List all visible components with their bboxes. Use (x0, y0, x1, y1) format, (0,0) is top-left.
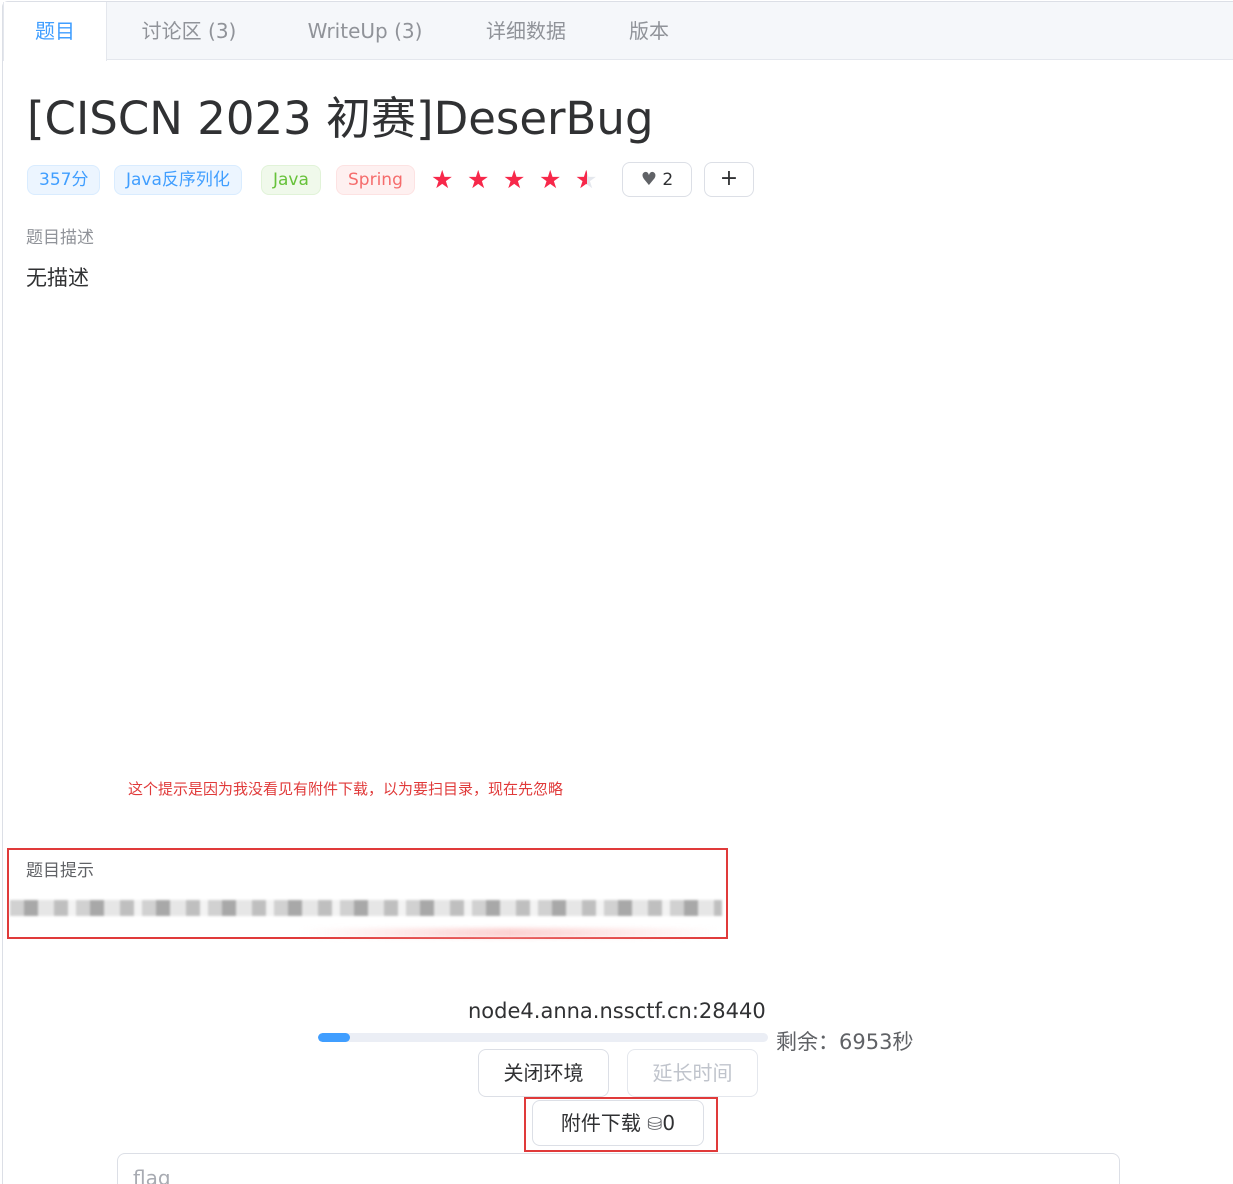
star-icon: ★ (467, 165, 490, 194)
tab-bar: 题目 讨论区 (3) WriteUp (3) 详细数据 版本 (3, 2, 1233, 61)
download-cost: 0 (662, 1111, 676, 1135)
add-button[interactable]: + (704, 162, 754, 197)
extend-time-button[interactable]: 延长时间 (627, 1049, 758, 1097)
star-icon: ★ (503, 165, 526, 194)
flag-input[interactable] (117, 1153, 1120, 1184)
tab-details[interactable]: 详细数据 (473, 2, 579, 60)
annotation-note: 这个提示是因为我没看见有附件下载，以为要扫目录，现在先忽略 (128, 780, 564, 798)
tab-version[interactable]: 版本 (617, 2, 681, 60)
tag-spring[interactable]: Spring (336, 165, 415, 195)
description-text: 无描述 (26, 266, 89, 290)
coin-icon: ⛁ (647, 1114, 663, 1135)
tab-writeup[interactable]: WriteUp (3) (289, 2, 441, 60)
hint-label: 题目提示 (26, 861, 94, 881)
heart-icon: ♥ (640, 169, 657, 190)
hint-highlight-box (7, 848, 728, 939)
half-star-icon: ★ ★ (575, 165, 598, 194)
star-icon: ★ (539, 165, 562, 194)
challenge-title: [CISCN 2023 初赛]DeserBug (27, 92, 654, 145)
tab-discussion[interactable]: 讨论区 (3) (123, 2, 255, 60)
score-badge: 357分 (27, 165, 101, 195)
download-label: 附件下载 (560, 1111, 641, 1135)
description-label: 题目描述 (26, 228, 94, 248)
tab-problem[interactable]: 题目 (3, 2, 107, 61)
like-button[interactable]: ♥ 2 (622, 162, 692, 197)
tag-java-deserialization[interactable]: Java反序列化 (114, 165, 242, 195)
blurred-hint-content (10, 900, 722, 916)
environment-host: node4.anna.nssctf.cn:28440 (468, 999, 766, 1023)
tag-java[interactable]: Java (261, 165, 321, 195)
download-attachment-button[interactable]: 附件下载 ⛁0 (532, 1100, 704, 1146)
blurred-hint-shadow (300, 928, 720, 938)
time-progress-bar (318, 1033, 768, 1042)
like-count: 2 (662, 170, 674, 190)
remaining-time: 剩余：6953秒 (776, 1030, 914, 1054)
time-progress-fill (318, 1033, 350, 1042)
difficulty-rating: ★ ★ ★ ★ ★ ★ (431, 166, 611, 194)
star-icon: ★ (431, 165, 454, 194)
close-environment-button[interactable]: 关闭环境 (478, 1049, 609, 1097)
